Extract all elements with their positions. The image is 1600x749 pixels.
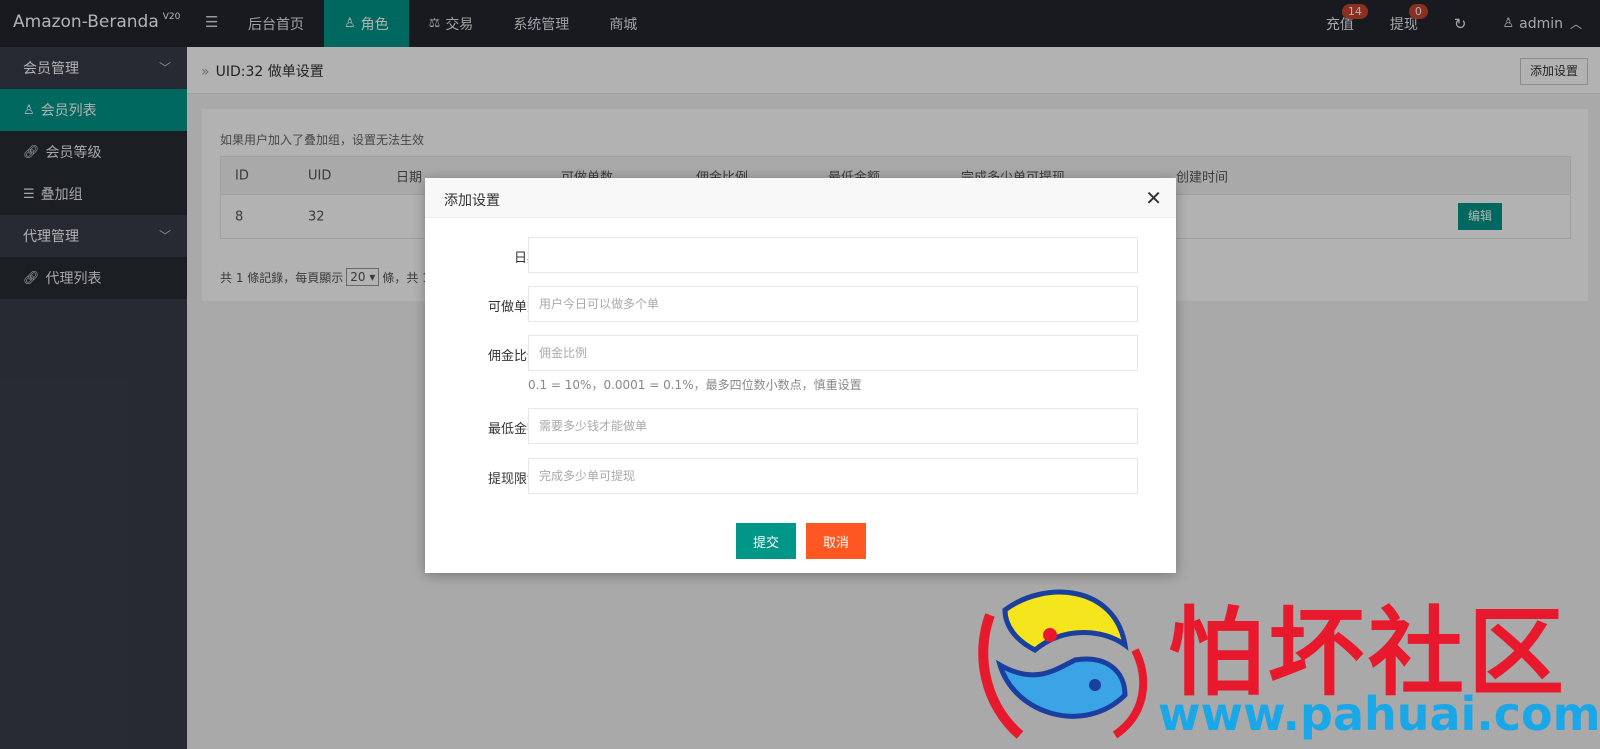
- cancel-button[interactable]: 取消: [806, 523, 866, 559]
- commission-input[interactable]: [528, 335, 1138, 371]
- watermark-url: www.pahuai.com: [1158, 687, 1600, 741]
- date-input[interactable]: [528, 237, 1138, 273]
- watermark: 怕坏社区 www.pahuai.com: [975, 575, 1600, 745]
- fish-logo-icon: [978, 589, 1148, 739]
- order-count-input[interactable]: [528, 286, 1138, 322]
- modal-title: 添加设置: [444, 193, 500, 209]
- commission-hint: 0.1 = 10%，0.0001 = 0.1%，最多四位数小数点，慎重设置: [528, 378, 862, 392]
- min-amount-input[interactable]: [528, 408, 1138, 444]
- close-icon[interactable]: ✕: [1145, 186, 1162, 210]
- submit-button[interactable]: 提交: [736, 523, 796, 559]
- modal-header: 添加设置 ✕: [425, 178, 1176, 218]
- add-setting-modal: 添加设置 ✕ 日期 可做单数 佣金比例 0.1 = 10%，0.0001 = 0…: [425, 178, 1176, 573]
- withdraw-limit-input[interactable]: [528, 458, 1138, 494]
